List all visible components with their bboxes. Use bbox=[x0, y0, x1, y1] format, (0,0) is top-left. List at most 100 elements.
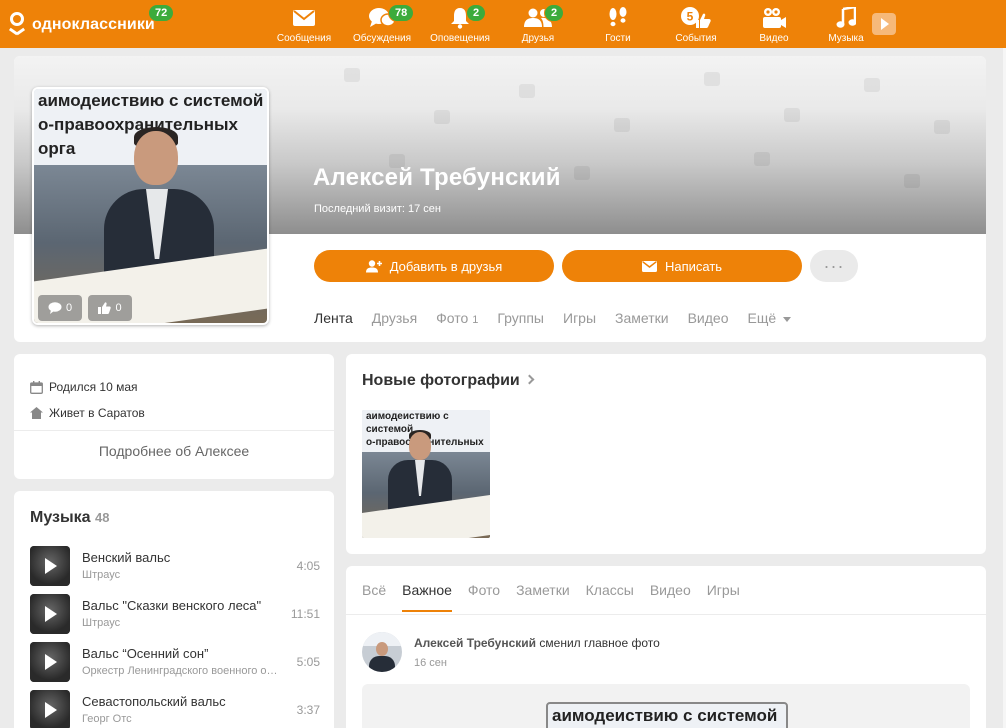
track-name: Венский вальс bbox=[82, 550, 171, 565]
more-actions-button[interactable]: ··· bbox=[810, 250, 858, 282]
play-icon[interactable] bbox=[30, 546, 70, 586]
profile-name: Алексей Требунский bbox=[313, 164, 561, 191]
add-friend-button[interactable]: Добавить в друзья bbox=[314, 250, 554, 282]
feed-media[interactable]: аимодеиствию с системой bbox=[362, 684, 970, 728]
track-artist[interactable]: Штраус bbox=[82, 569, 282, 581]
track-name: Севастопольский вальс bbox=[82, 694, 226, 709]
avatar[interactable] bbox=[362, 632, 402, 672]
envelope-icon bbox=[266, 6, 342, 30]
profile-tabs: Лента Друзья Фото 1 Группы Игры Заметки … bbox=[314, 302, 810, 342]
feed-tab-important[interactable]: Важное bbox=[402, 582, 452, 612]
events-number: 5 bbox=[687, 10, 694, 24]
avatar-likes-button[interactable]: 0 bbox=[88, 295, 132, 321]
music-card: Музыка 48 Венский вальс Штраус 4:05 Валь… bbox=[14, 491, 334, 728]
avatar-comments-button[interactable]: 0 bbox=[38, 295, 82, 321]
divider bbox=[14, 430, 334, 431]
logo[interactable]: одноклассники 72 bbox=[8, 4, 175, 38]
comment-icon bbox=[48, 302, 62, 314]
nav-events-label: События bbox=[675, 33, 717, 44]
nav-notifications-badge: 2 bbox=[466, 4, 487, 22]
play-icon[interactable] bbox=[30, 690, 70, 728]
about-more-link[interactable]: Подробнее об Алексее bbox=[14, 443, 334, 459]
nav-discussions-label: Обсуждения bbox=[352, 33, 412, 44]
track-item[interactable]: Вальс "Сказки венского леса" Штраус 11:5… bbox=[30, 594, 320, 636]
track-duration: 11:51 bbox=[290, 607, 320, 621]
logo-text: одноклассники bbox=[32, 16, 155, 33]
nav-friends-badge: 2 bbox=[544, 4, 565, 22]
tab-photos[interactable]: Фото 1 bbox=[436, 302, 478, 342]
feed-media-banner: аимодеиствию с системой bbox=[546, 702, 788, 728]
nav-guests[interactable]: Гости bbox=[580, 6, 656, 46]
track-name: Вальс “Осенний сон” bbox=[82, 646, 209, 661]
divider bbox=[346, 614, 986, 615]
tab-more[interactable]: Ещё bbox=[747, 302, 792, 342]
feed-tab-photo[interactable]: Фото bbox=[468, 582, 500, 598]
tab-video[interactable]: Видео bbox=[688, 302, 729, 342]
write-message-button[interactable]: Написать bbox=[562, 250, 802, 282]
nav-messages[interactable]: Сообщения bbox=[266, 6, 342, 46]
music-title[interactable]: Музыка 48 bbox=[30, 509, 109, 527]
nav-discussions-badge: 78 bbox=[388, 4, 415, 22]
play-icon[interactable] bbox=[30, 642, 70, 682]
video-camera-icon bbox=[736, 6, 812, 30]
events-icon: 5 bbox=[658, 6, 734, 30]
friends-icon bbox=[500, 6, 576, 30]
profile-avatar[interactable]: аимодеиствию с системой о-правоохранител… bbox=[32, 87, 269, 325]
feed-tabs: Всё Важное Фото Заметки Классы Видео Игр… bbox=[362, 582, 756, 612]
nav-music-label: Музыка bbox=[828, 33, 864, 44]
track-artist[interactable]: Оркестр Ленинградского военного округа bbox=[82, 665, 282, 677]
new-photos-title[interactable]: Новые фотографии bbox=[362, 372, 535, 390]
logo-badge: 72 bbox=[148, 4, 175, 22]
nav-friends-label: Друзья bbox=[521, 33, 555, 44]
tab-notes[interactable]: Заметки bbox=[615, 302, 669, 342]
home-icon bbox=[30, 407, 43, 419]
birthday-row: Родился 10 мая bbox=[30, 380, 138, 394]
bell-icon bbox=[422, 6, 498, 30]
birthday-text: Родился 10 мая bbox=[49, 380, 138, 394]
tab-feed[interactable]: Лента bbox=[314, 302, 353, 342]
feed-time: 16 сен bbox=[414, 657, 447, 669]
nav-video[interactable]: Видео bbox=[736, 6, 812, 46]
feed-action: сменил главное фото bbox=[539, 636, 660, 650]
music-player-icon[interactable] bbox=[872, 13, 896, 35]
track-duration: 3:37 bbox=[296, 703, 320, 717]
photo-thumbnail[interactable]: аимодеиствию с системой о-правоохранител… bbox=[362, 410, 490, 538]
nav-discussions[interactable]: Обсуждения 78 bbox=[344, 4, 420, 46]
ok-logo-icon bbox=[8, 12, 26, 38]
tab-photos-count: 1 bbox=[472, 314, 479, 326]
calendar-icon bbox=[30, 380, 43, 394]
feed-card: Всё Важное Фото Заметки Классы Видео Игр… bbox=[346, 566, 986, 728]
tab-friends[interactable]: Друзья bbox=[372, 302, 417, 342]
feed-tab-video[interactable]: Видео bbox=[650, 582, 691, 598]
play-icon[interactable] bbox=[30, 594, 70, 634]
location-row: Живет в Саратов bbox=[30, 406, 145, 420]
track-item[interactable]: Вальс “Осенний сон” Оркестр Ленинградско… bbox=[30, 642, 320, 684]
feed-tab-likes[interactable]: Классы bbox=[586, 582, 634, 598]
new-photos-card: Новые фотографии аимодеиствию с системой… bbox=[346, 354, 986, 554]
tab-groups[interactable]: Группы bbox=[497, 302, 544, 342]
feed-tab-all[interactable]: Всё bbox=[362, 582, 386, 598]
write-label: Написать bbox=[664, 258, 723, 274]
track-item[interactable]: Венский вальс Штраус 4:05 bbox=[30, 546, 320, 588]
track-item[interactable]: Севастопольский вальс Георг Отс 3:37 bbox=[30, 690, 320, 728]
nav-notifications-label: Оповещения bbox=[430, 33, 490, 44]
top-navigation-bar: одноклассники 72 Сообщения Обсуждения 78… bbox=[0, 0, 1006, 48]
track-duration: 4:05 bbox=[296, 559, 320, 573]
tab-games[interactable]: Игры bbox=[563, 302, 596, 342]
nav-events[interactable]: 5 События bbox=[658, 6, 734, 46]
nav-video-label: Видео bbox=[759, 33, 789, 44]
feed-author-name[interactable]: Алексей Требунский bbox=[414, 636, 536, 650]
nav-notifications[interactable]: Оповещения 2 bbox=[422, 4, 498, 46]
feed-tab-notes[interactable]: Заметки bbox=[516, 582, 570, 598]
about-card: Родился 10 мая Живет в Саратов Подробнее… bbox=[14, 354, 334, 479]
thumbs-up-icon bbox=[98, 302, 112, 314]
feed-tab-games[interactable]: Игры bbox=[707, 582, 740, 598]
track-artist[interactable]: Штраус bbox=[82, 617, 282, 629]
last-visit: Последний визит: 17 сен bbox=[314, 203, 441, 215]
music-count: 48 bbox=[95, 510, 110, 525]
footprints-icon bbox=[580, 6, 656, 30]
track-artist[interactable]: Георг Отс bbox=[82, 713, 282, 725]
envelope-icon bbox=[641, 260, 657, 272]
nav-friends[interactable]: Друзья 2 bbox=[500, 4, 576, 46]
nav-messages-label: Сообщения bbox=[276, 33, 332, 44]
